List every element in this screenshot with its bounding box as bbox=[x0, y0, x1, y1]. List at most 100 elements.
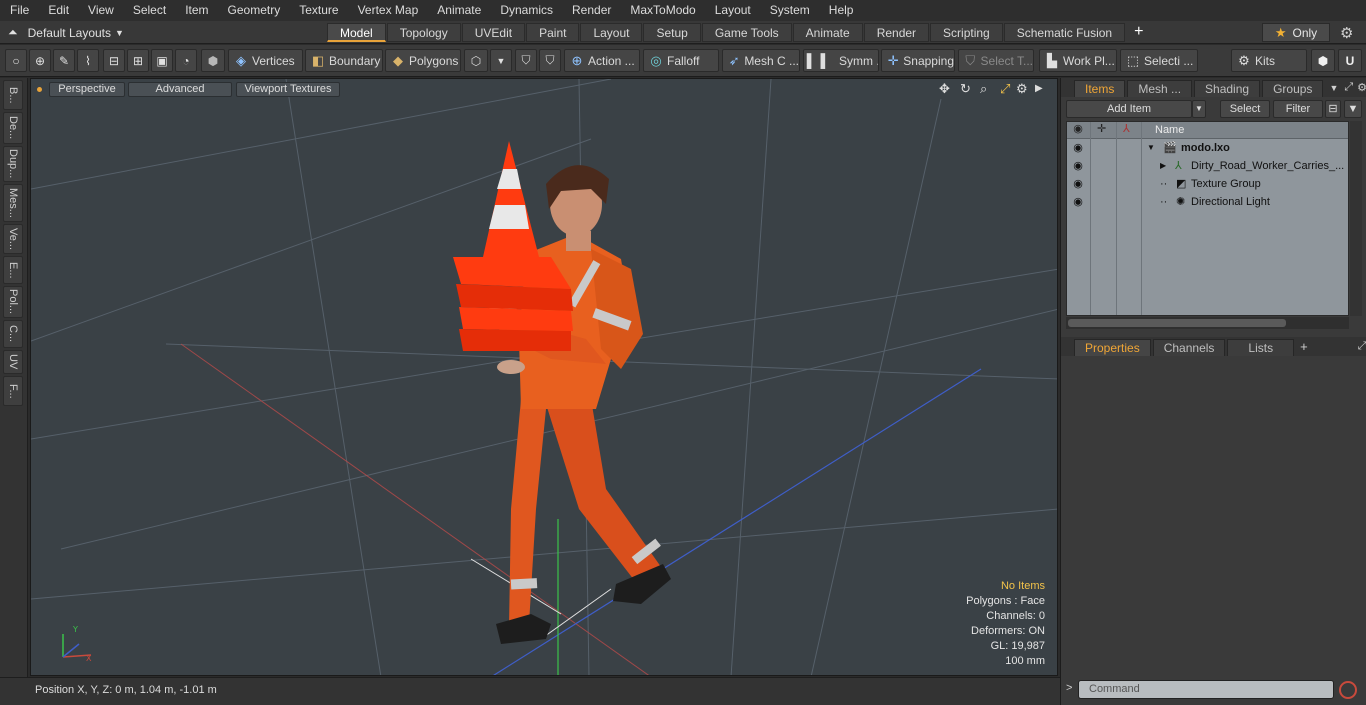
tab-curve[interactable]: C... bbox=[3, 320, 23, 348]
viewport-gear-icon[interactable]: ⚙ bbox=[1016, 81, 1028, 97]
brush-button[interactable]: ⌇ bbox=[77, 49, 99, 72]
add-tab-icon[interactable]: + bbox=[1126, 23, 1151, 42]
unity-button[interactable]: ⬢ bbox=[1311, 49, 1335, 72]
menu-view[interactable]: View bbox=[78, 0, 123, 21]
add-item-dropdown[interactable]: ▼ bbox=[1192, 100, 1206, 118]
center-button[interactable]: ⊞ bbox=[127, 49, 149, 72]
tab-duplicate[interactable]: Dup... bbox=[3, 146, 23, 182]
selection-sets-button[interactable]: ⬚ Selecti ... bbox=[1120, 49, 1198, 72]
tab-deform[interactable]: De... bbox=[3, 112, 23, 144]
collapse-button[interactable]: ⊟ bbox=[1325, 100, 1341, 118]
tab-lists[interactable]: Lists bbox=[1227, 339, 1295, 356]
tab-model[interactable]: Model bbox=[327, 23, 386, 42]
menu-edit[interactable]: Edit bbox=[38, 0, 78, 21]
fit-view-icon[interactable]: ⤢ bbox=[1000, 81, 1010, 97]
tab-fusion[interactable]: F... bbox=[3, 376, 23, 406]
snapping-button[interactable]: ✛ Snapping bbox=[881, 49, 955, 72]
pen-button[interactable]: ✎ bbox=[53, 49, 75, 72]
item-row-texture-group[interactable]: ◉ ·· ◩ Texture Group bbox=[1067, 175, 1348, 193]
item-row-mesh[interactable]: ◉ ▶ ⅄ Dirty_Road_Worker_Carries_... bbox=[1067, 157, 1348, 175]
tab-game-tools[interactable]: Game Tools bbox=[701, 23, 792, 42]
material-dropdown[interactable]: ▼ bbox=[490, 49, 512, 72]
item-mode-button[interactable]: ⬢ bbox=[201, 49, 225, 72]
eye-icon[interactable]: ◉ bbox=[1071, 193, 1085, 211]
symmetry-x-button[interactable]: ⛉ bbox=[515, 49, 537, 72]
tab-animate[interactable]: Animate bbox=[792, 23, 863, 42]
tab-properties[interactable]: Properties bbox=[1074, 339, 1151, 356]
perspective-button[interactable]: Perspective bbox=[49, 82, 125, 97]
visibility-header-icon[interactable]: ◉ bbox=[1071, 122, 1085, 140]
eye-icon[interactable]: ◉ bbox=[1071, 139, 1085, 157]
menu-file[interactable]: File bbox=[0, 0, 38, 21]
menu-system[interactable]: System bbox=[760, 0, 819, 21]
tab-layout[interactable]: Layout bbox=[580, 23, 643, 42]
tab-uvedit[interactable]: UVEdit bbox=[461, 23, 526, 42]
menu-help[interactable]: Help bbox=[819, 0, 863, 21]
eye-icon[interactable]: ◉ bbox=[1071, 157, 1085, 175]
menu-maxtomodo[interactable]: MaxToModo bbox=[620, 0, 704, 21]
tab-shading[interactable]: Shading bbox=[1194, 80, 1261, 97]
funnel-button[interactable]: ▼ bbox=[1344, 100, 1362, 118]
polygons-button[interactable]: ◆ Polygons bbox=[385, 49, 461, 72]
work-plane-button[interactable]: ▙ Work Pl... bbox=[1039, 49, 1117, 72]
tab-schematic-fusion[interactable]: Schematic Fusion bbox=[1003, 23, 1126, 42]
item-list-vscroll[interactable] bbox=[1350, 121, 1362, 316]
expand-arrow-icon[interactable]: ▼ bbox=[1147, 139, 1155, 157]
rotate-button[interactable]: ◔ bbox=[175, 49, 197, 72]
material-button[interactable]: ⬡ bbox=[464, 49, 488, 72]
name-header[interactable]: Name bbox=[1155, 124, 1184, 136]
align-button[interactable]: ⊟ bbox=[103, 49, 125, 72]
tab-mesh[interactable]: Mesh ... bbox=[1127, 80, 1193, 97]
scroll-thumb[interactable] bbox=[1068, 319, 1286, 327]
lock-header-icon[interactable]: ✛ bbox=[1097, 122, 1106, 135]
tab-mesh-edit[interactable]: Mes... bbox=[3, 184, 23, 222]
maximize-icon[interactable]: ⤢ bbox=[1358, 340, 1366, 353]
tab-setup[interactable]: Setup bbox=[643, 23, 701, 42]
gear-icon[interactable]: ⚙ bbox=[1340, 24, 1353, 42]
render-header-icon[interactable]: ⅄ bbox=[1123, 122, 1130, 135]
move-view-icon[interactable]: ✥ bbox=[939, 81, 950, 97]
tab-groups[interactable]: Groups bbox=[1262, 80, 1324, 97]
tab-vertex[interactable]: Ve... bbox=[3, 224, 23, 254]
menu-item[interactable]: Item bbox=[175, 0, 217, 21]
tab-items[interactable]: Items bbox=[1074, 80, 1126, 97]
chevron-down-icon[interactable]: ▼ bbox=[1329, 83, 1338, 93]
maximize-icon[interactable]: ⤢ bbox=[1344, 81, 1353, 94]
menu-layout[interactable]: Layout bbox=[705, 0, 760, 21]
zoom-view-icon[interactable]: ⌕ bbox=[980, 81, 987, 97]
3d-viewport[interactable]: Y X Perspective Advanced Viewport Textur… bbox=[30, 78, 1058, 676]
symmetry-y-button[interactable]: ⛉ bbox=[539, 49, 561, 72]
tab-polygon[interactable]: Pol... bbox=[3, 286, 23, 318]
menu-select[interactable]: Select bbox=[123, 0, 175, 21]
frame-button[interactable]: ▣ bbox=[151, 49, 173, 72]
expand-arrow-icon[interactable]: ▶ bbox=[1160, 157, 1166, 175]
item-row-scene[interactable]: ◉ ▼ 🎬 modo.lxo bbox=[1067, 139, 1348, 157]
symmetry-button[interactable]: ▌▐ Symm ... bbox=[803, 49, 879, 72]
tab-topology[interactable]: Topology bbox=[386, 23, 461, 42]
only-toggle[interactable]: ★ Only bbox=[1262, 23, 1330, 42]
record-icon[interactable] bbox=[1339, 681, 1357, 699]
menu-vertex-map[interactable]: Vertex Map bbox=[348, 0, 428, 21]
tab-paint[interactable]: Paint bbox=[526, 23, 580, 42]
rotate-view-icon[interactable]: ↻ bbox=[960, 81, 971, 97]
menu-dynamics[interactable]: Dynamics bbox=[490, 0, 562, 21]
tab-scripting[interactable]: Scripting bbox=[930, 23, 1003, 42]
viewport-menu-arrow-icon[interactable]: ▶ bbox=[1035, 83, 1043, 94]
filter-button[interactable]: Filter bbox=[1273, 100, 1323, 118]
kits-button[interactable]: ⚙ Kits bbox=[1231, 49, 1307, 72]
tab-basic[interactable]: B... bbox=[3, 80, 23, 110]
tab-channels[interactable]: Channels bbox=[1152, 339, 1226, 356]
item-list-hscroll[interactable] bbox=[1066, 317, 1349, 329]
select-through-button[interactable]: ⛉ Select T... bbox=[958, 49, 1034, 72]
advanced-button[interactable]: Advanced bbox=[128, 82, 232, 97]
tab-render[interactable]: Render bbox=[863, 23, 930, 42]
boundary-button[interactable]: ◧ Boundary bbox=[305, 49, 383, 72]
tab-uv[interactable]: UV bbox=[3, 350, 23, 374]
viewport-textures-button[interactable]: Viewport Textures bbox=[236, 82, 340, 97]
menu-animate[interactable]: Animate bbox=[427, 0, 490, 21]
menu-geometry[interactable]: Geometry bbox=[218, 0, 290, 21]
select-circle-button[interactable]: ○ bbox=[5, 49, 27, 72]
mesh-constraint-button[interactable]: ➶ Mesh C ... bbox=[722, 49, 800, 72]
eye-icon[interactable]: ◉ bbox=[1071, 175, 1085, 193]
tab-edge[interactable]: E... bbox=[3, 256, 23, 284]
